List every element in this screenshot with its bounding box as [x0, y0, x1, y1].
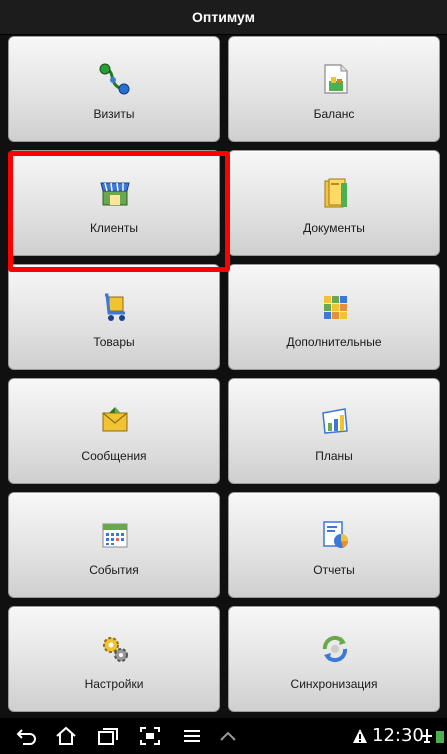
title-bar: Оптимум	[0, 0, 447, 35]
documents-button[interactable]: Документы	[228, 150, 440, 256]
system-navigation-bar: 12:30	[0, 718, 447, 754]
balance-label: Баланс	[313, 107, 355, 121]
additional-button[interactable]: Дополнительные	[228, 264, 440, 370]
main-menu-grid: Визиты Баланс Клиенты Документы Товары Д…	[8, 36, 440, 712]
documents-folder-icon	[315, 173, 355, 213]
balance-button[interactable]: Баланс	[228, 36, 440, 142]
settings-gears-icon	[95, 629, 135, 669]
battery-icon	[435, 730, 445, 749]
goods-button[interactable]: Товары	[8, 264, 220, 370]
messages-envelope-icon	[95, 401, 135, 441]
clock-time: 12:30	[372, 725, 424, 746]
expand-up-icon[interactable]	[216, 724, 240, 748]
visits-route-icon	[95, 59, 135, 99]
home-icon[interactable]	[54, 724, 78, 748]
messages-label: Сообщения	[81, 449, 147, 463]
app-title: Оптимум	[192, 9, 255, 25]
events-button[interactable]: События	[8, 492, 220, 598]
reports-button[interactable]: Отчеты	[228, 492, 440, 598]
documents-label: Документы	[303, 221, 365, 235]
selection-highlight	[8, 151, 230, 272]
menu-icon[interactable]	[180, 724, 204, 748]
sync-label: Синхронизация	[290, 677, 378, 691]
sync-button[interactable]: Синхронизация	[228, 606, 440, 712]
visits-label: Визиты	[93, 107, 135, 121]
reports-label: Отчеты	[313, 563, 355, 577]
events-label: События	[89, 563, 139, 577]
events-calendar-icon	[95, 515, 135, 555]
reports-piechart-icon	[315, 515, 355, 555]
plans-label: Планы	[315, 449, 353, 463]
back-icon[interactable]	[14, 724, 38, 748]
goods-label: Товары	[93, 335, 135, 349]
additional-grid-icon	[315, 287, 355, 327]
settings-button[interactable]: Настройки	[8, 606, 220, 712]
additional-label: Дополнительные	[286, 335, 382, 349]
airplane-mode-icon	[421, 728, 433, 749]
settings-label: Настройки	[84, 677, 144, 691]
screenshot-icon[interactable]	[138, 724, 162, 748]
recent-apps-icon[interactable]	[96, 724, 120, 748]
sync-arrows-icon	[315, 629, 355, 669]
messages-button[interactable]: Сообщения	[8, 378, 220, 484]
plans-button[interactable]: Планы	[228, 378, 440, 484]
plans-chart-icon	[315, 401, 355, 441]
visits-button[interactable]: Визиты	[8, 36, 220, 142]
balance-document-icon	[315, 59, 355, 99]
warning-icon	[352, 728, 368, 749]
goods-cart-icon	[95, 287, 135, 327]
